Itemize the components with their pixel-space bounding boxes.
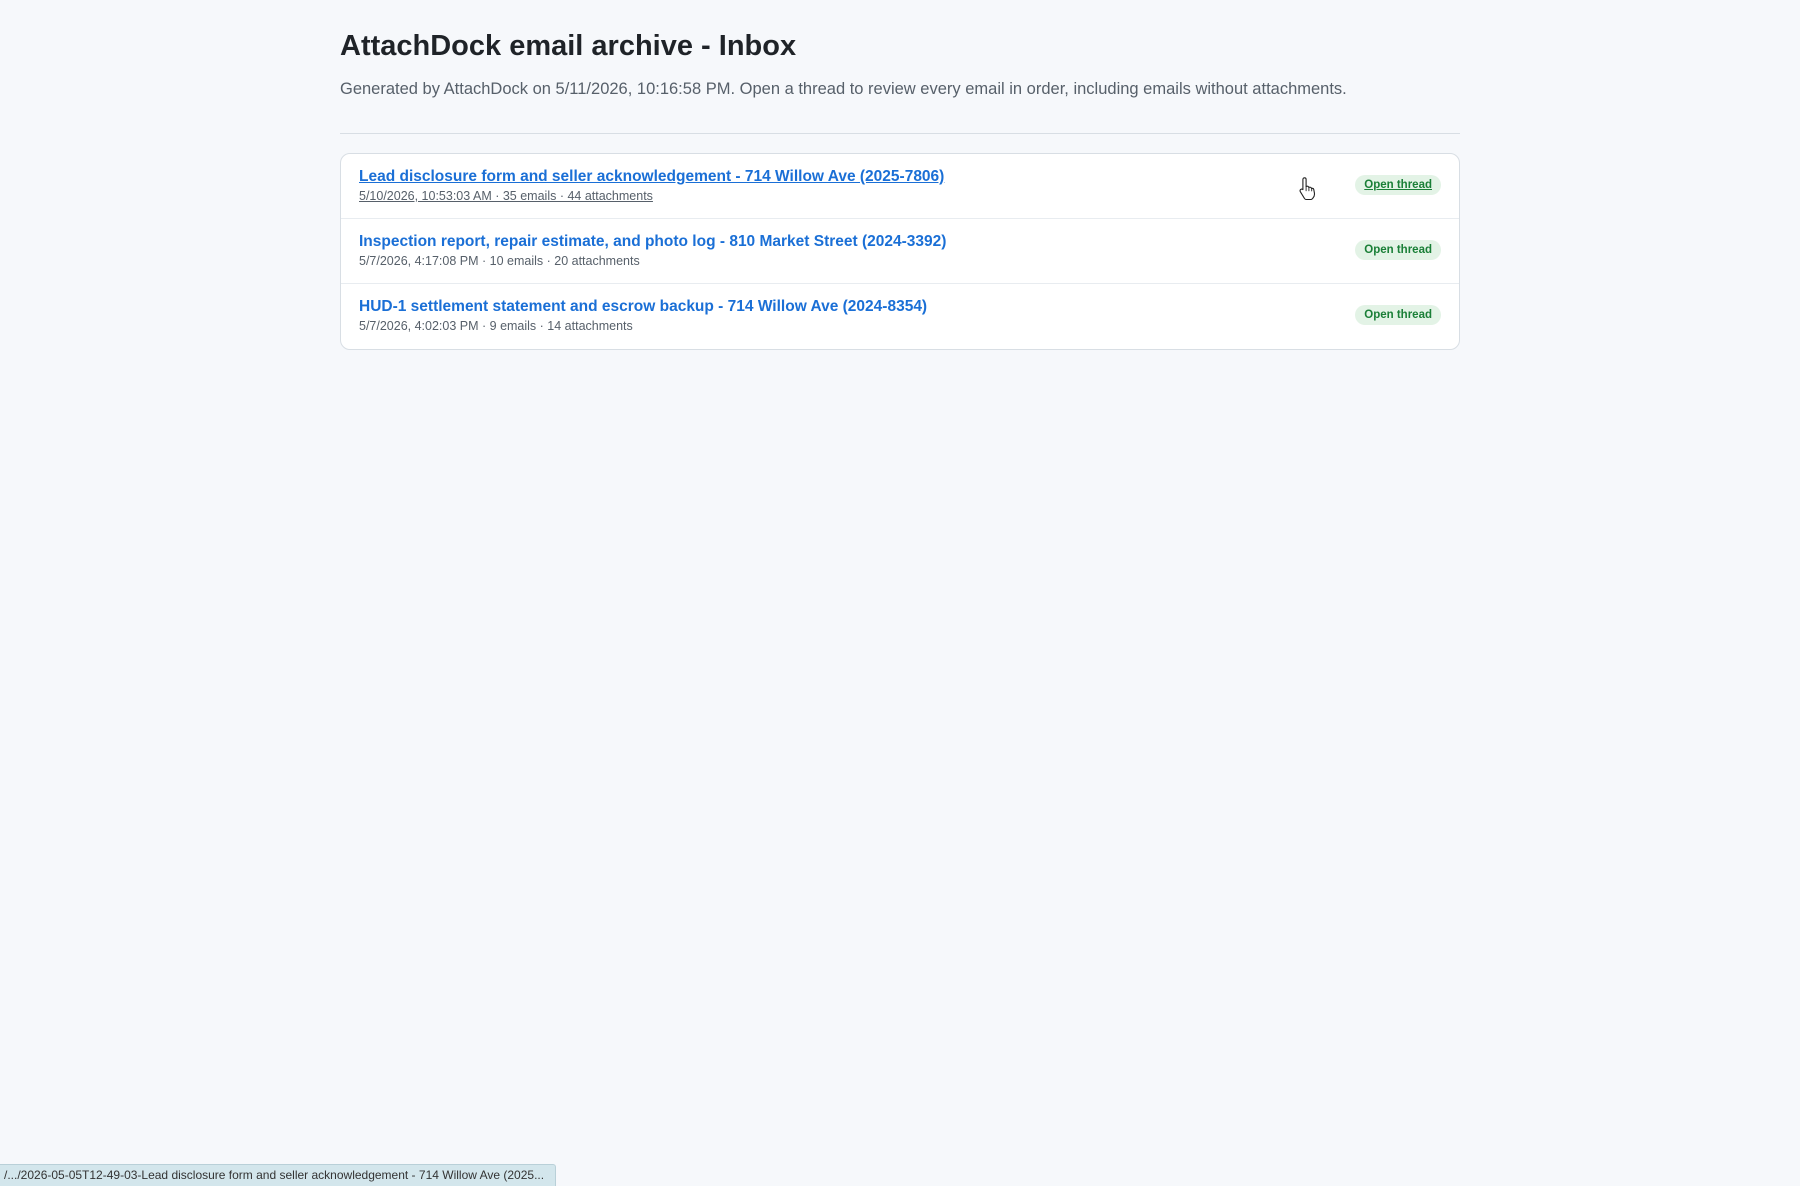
open-thread-button[interactable]: Open thread [1355,175,1441,195]
thread-list: Lead disclosure form and seller acknowle… [340,153,1460,350]
thread-meta[interactable]: 5/7/2026, 4:02:03 PM · 9 emails · 14 att… [359,319,927,333]
thread-subject[interactable]: Lead disclosure form and seller acknowle… [359,168,944,186]
thread-row: Lead disclosure form and seller acknowle… [341,154,1459,219]
open-thread-button[interactable]: Open thread [1355,240,1441,260]
thread-link[interactable]: HUD-1 settlement statement and escrow ba… [359,298,927,333]
status-bar-url: /.../2026-05-05T12-49-03-Lead disclosure… [0,1164,557,1186]
thread-link[interactable]: Lead disclosure form and seller acknowle… [359,168,944,203]
open-thread-button[interactable]: Open thread [1355,305,1441,325]
thread-row: HUD-1 settlement statement and escrow ba… [341,284,1459,349]
thread-subject[interactable]: Inspection report, repair estimate, and … [359,233,946,251]
thread-meta[interactable]: 5/10/2026, 10:53:03 AM · 35 emails · 44 … [359,189,944,203]
page-subtitle: Generated by AttachDock on 5/11/2026, 10… [340,80,1347,98]
thread-subject[interactable]: HUD-1 settlement statement and escrow ba… [359,298,927,316]
header-divider [340,133,1460,134]
thread-meta[interactable]: 5/7/2026, 4:17:08 PM · 10 emails · 20 at… [359,254,946,268]
hand-pointer-icon [1299,177,1316,200]
thread-link[interactable]: Inspection report, repair estimate, and … [359,233,946,268]
page-title: AttachDock email archive - Inbox [340,30,797,62]
thread-row: Inspection report, repair estimate, and … [341,219,1459,284]
